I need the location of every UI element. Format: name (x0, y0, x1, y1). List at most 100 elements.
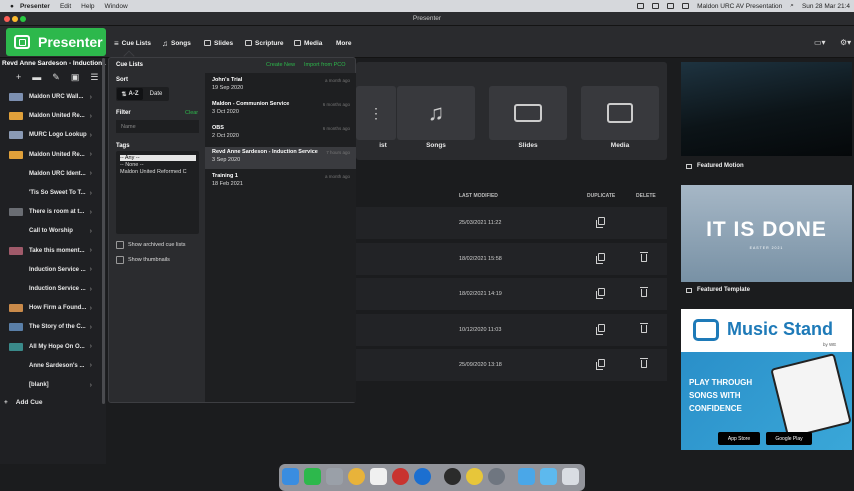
tag-option[interactable]: -- None -- (120, 162, 196, 168)
sidebar-cue-item[interactable]: Anne Sardeson's ... › (0, 357, 102, 375)
duplicate-icon[interactable] (596, 323, 605, 335)
table-row[interactable] (356, 242, 667, 275)
sidebar-cue-item[interactable]: Induction Service ... › (0, 280, 102, 298)
cue-list-item[interactable]: Maldon - Communion Service 3 Oct 2020 6 mo… (205, 99, 356, 121)
trash-icon[interactable] (640, 251, 648, 262)
list-icon[interactable]: ☰ (90, 72, 98, 83)
filter-clear-link[interactable]: Clear (185, 110, 198, 116)
menu-window[interactable]: Window (105, 3, 128, 10)
add-cue-button[interactable]: + Add Cue (4, 396, 84, 408)
cue-list-item[interactable]: Revd Anne Sardeson - Induction Service 3 … (205, 147, 356, 169)
sidebar-cue-item[interactable]: There is room at t... › (0, 203, 102, 221)
sidebar-cue-item[interactable]: How Firm a Found... › (0, 299, 102, 317)
tag-option[interactable]: Maldon United Reformed C (120, 169, 196, 175)
sort-az-button[interactable]: ⇅ A-Z (117, 88, 143, 100)
create-new-link[interactable]: Create New (266, 62, 295, 68)
plus-icon[interactable]: + (16, 72, 21, 82)
card-playlist[interactable]: ⋮ (356, 86, 396, 140)
sidebar-cue-item[interactable]: [blank] › (0, 376, 102, 394)
cue-list-item[interactable]: Training 1 18 Feb 2021 a month ago (205, 171, 356, 193)
sidebar-cue-item[interactable]: Induction Service ... › (0, 261, 102, 279)
presenter-app-icon[interactable] (304, 468, 321, 485)
presenter-logo[interactable]: Presenter (6, 28, 106, 56)
tray-icon[interactable] (637, 3, 645, 9)
search-icon[interactable]: ⌕ (790, 2, 794, 10)
checkbox-box[interactable] (116, 256, 124, 264)
nav-more[interactable]: More (336, 38, 352, 48)
table-row[interactable] (356, 349, 667, 382)
trash-icon[interactable] (640, 322, 648, 333)
import-pco-link[interactable]: Import from PCO (304, 62, 346, 68)
google-play-badge[interactable]: Google Play (766, 432, 812, 445)
duplicate-icon[interactable] (596, 288, 605, 300)
app-icon[interactable] (414, 468, 431, 485)
menu-edit[interactable]: Edit (60, 3, 71, 10)
close-window-button[interactable] (4, 16, 10, 22)
cue-list-item[interactable]: OBS 2 Oct 2020 6 months ago (205, 123, 356, 145)
card-songs[interactable]: ♫ (397, 86, 475, 140)
card-media[interactable] (581, 86, 659, 140)
minimize-window-button[interactable] (12, 16, 18, 22)
folder-icon[interactable]: ▬ (32, 72, 41, 82)
app-icon[interactable] (466, 468, 483, 485)
print-icon[interactable]: ▣ (71, 72, 80, 83)
card-slides[interactable] (489, 86, 567, 140)
launchpad-icon[interactable] (326, 468, 343, 485)
col-last-modified[interactable]: LAST MODIFIED (459, 193, 498, 199)
app-store-badge[interactable]: App Store (718, 432, 760, 445)
sidebar-cue-item[interactable]: Maldon United Re... › (0, 146, 102, 164)
settings-icon[interactable] (488, 468, 505, 485)
table-row[interactable] (356, 278, 667, 311)
show-thumbnails-checkbox[interactable]: Show thumbnails (116, 255, 170, 265)
sidebar-cue-item[interactable]: Maldon United Re... › (0, 107, 102, 125)
sort-date-button[interactable]: Date (143, 88, 169, 100)
sidebar-cue-item[interactable]: The Story of the C... › (0, 318, 102, 336)
menu-app-name[interactable]: Presenter (20, 3, 50, 10)
chrome-icon[interactable] (348, 468, 365, 485)
volume-icon[interactable] (682, 3, 690, 9)
finder-icon[interactable] (282, 468, 299, 485)
checkbox-box[interactable] (116, 241, 124, 249)
sidebar-cue-item[interactable]: Call to Worship › (0, 222, 102, 240)
tag-option[interactable]: -- Any -- (120, 155, 196, 161)
table-row[interactable] (356, 313, 667, 346)
duplicate-icon[interactable] (596, 217, 605, 228)
wifi-icon[interactable] (667, 3, 675, 9)
menu-profile-name[interactable]: Maldon URC AV Presentation (697, 3, 782, 10)
apple-icon[interactable]: ● (10, 3, 14, 10)
featured-motion-label[interactable]: Featured Motion (686, 163, 744, 169)
sidebar-cue-list-title[interactable]: Revd Anne Sardeson - Induction... (0, 58, 106, 70)
duplicate-icon[interactable] (596, 252, 605, 264)
display-output-icon[interactable]: ▭▾ (814, 38, 826, 47)
folder-icon[interactable] (518, 468, 535, 485)
table-row[interactable] (356, 207, 667, 239)
sidebar-cue-item[interactable]: Maldon URC Wall... › (0, 88, 102, 106)
sidebar-cue-item[interactable]: Maldon URC Ident... › (0, 165, 102, 183)
nav-scripture[interactable]: Scripture (245, 38, 284, 48)
trash-icon[interactable] (562, 468, 579, 485)
downloads-icon[interactable] (540, 468, 557, 485)
trash-icon[interactable] (640, 358, 648, 369)
nav-slides[interactable]: Slides (204, 38, 233, 48)
featured-motion-thumbnail[interactable] (681, 62, 852, 156)
featured-template-label[interactable]: Featured Template (686, 287, 750, 293)
sidebar-cue-item[interactable]: Take this moment... › (0, 242, 102, 260)
cue-list-item[interactable]: John's Trial 19 Sep 2020 a month ago (205, 75, 356, 97)
sidebar-cue-item[interactable]: 'Tis So Sweet To T... › (0, 184, 102, 202)
featured-template-thumbnail[interactable]: IT IS DONE EASTER 2021 (681, 185, 852, 282)
pencil-icon[interactable]: ✎ (52, 72, 60, 83)
show-archived-checkbox[interactable]: Show archived cue lists (116, 240, 185, 250)
menu-clock[interactable]: Sun 28 Mar 21:4 (802, 3, 850, 10)
nav-cue-lists[interactable]: ≡ Cue Lists (114, 38, 151, 48)
trash-icon[interactable] (640, 287, 648, 298)
app-icon[interactable] (392, 468, 409, 485)
obs-icon[interactable] (444, 468, 461, 485)
menu-help[interactable]: Help (81, 3, 94, 10)
filter-name-input[interactable] (116, 120, 199, 133)
mail-icon[interactable] (370, 468, 387, 485)
sidebar-scrollbar[interactable] (102, 58, 105, 404)
nav-songs[interactable]: ♫ Songs (162, 38, 191, 48)
tray-icon[interactable] (652, 3, 660, 9)
gear-icon[interactable]: ⚙▾ (840, 38, 851, 47)
duplicate-icon[interactable] (596, 359, 605, 371)
